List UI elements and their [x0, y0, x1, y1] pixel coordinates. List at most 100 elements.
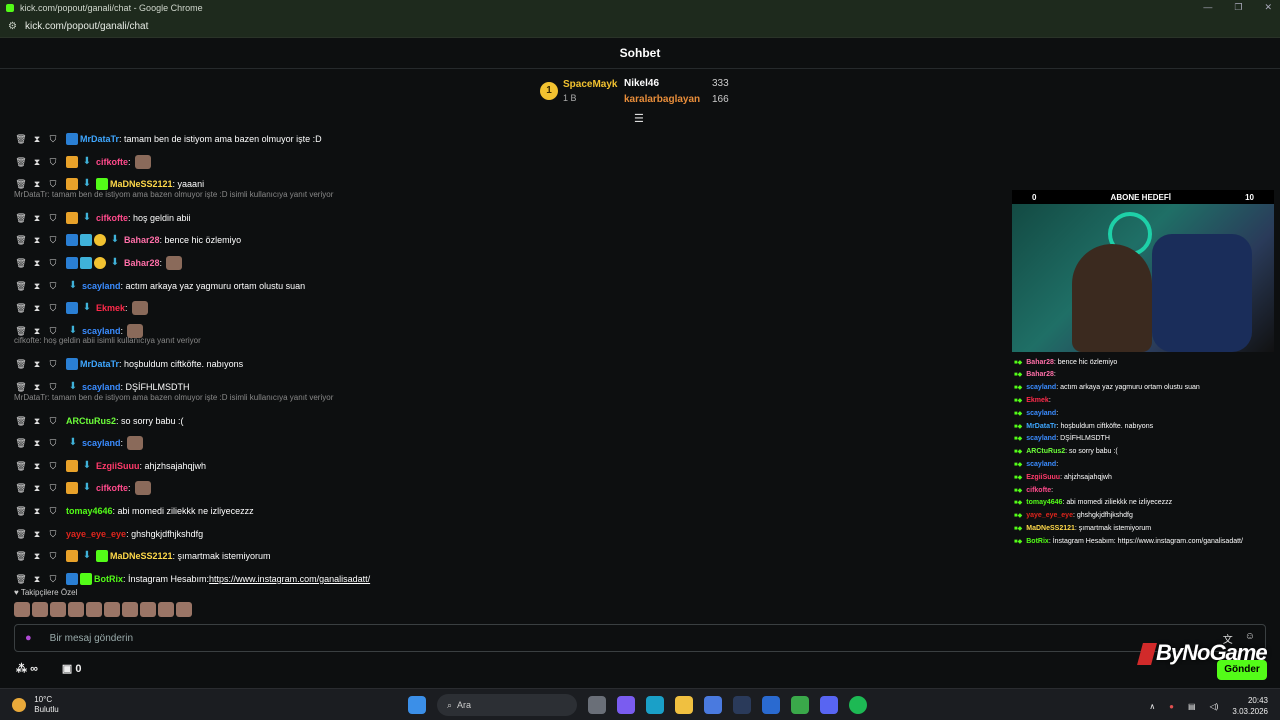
- delete-icon[interactable]: 🗑: [14, 551, 28, 562]
- mic-icon[interactable]: ●: [25, 632, 32, 644]
- ban-icon[interactable]: ⛉: [46, 529, 60, 540]
- address-bar[interactable]: ⚙ kick.com/popout/ganali/chat: [0, 16, 1280, 38]
- ban-icon[interactable]: ⛉: [46, 438, 60, 449]
- chat-username[interactable]: cifkofte: [96, 483, 128, 493]
- emote-icon[interactable]: [122, 602, 138, 617]
- leader-first-name[interactable]: SpaceMayk: [563, 79, 617, 90]
- instagram-link[interactable]: https://www.instagram.com/ganalisadatt/: [209, 574, 370, 584]
- chat-username[interactable]: EzgiiSuuu: [96, 461, 140, 471]
- timeout-icon[interactable]: ⧗: [30, 551, 44, 562]
- chat-username[interactable]: scayland: [82, 438, 121, 448]
- discord-icon[interactable]: [820, 696, 838, 714]
- delete-icon[interactable]: 🗑: [14, 281, 28, 292]
- timeout-icon[interactable]: ⧗: [30, 359, 44, 370]
- emote-icon[interactable]: [32, 602, 48, 617]
- delete-icon[interactable]: 🗑: [14, 506, 28, 517]
- timeout-icon[interactable]: ⧗: [30, 303, 44, 314]
- timeout-icon[interactable]: ⧗: [30, 438, 44, 449]
- ban-icon[interactable]: ⛉: [46, 326, 60, 337]
- emote-icon[interactable]: [104, 602, 120, 617]
- ban-icon[interactable]: ⛉: [46, 483, 60, 494]
- chrome-icon[interactable]: [791, 696, 809, 714]
- chat-username[interactable]: scayland: [82, 382, 121, 392]
- weather-widget[interactable]: 10°C Bulutlu: [12, 695, 59, 715]
- edge-icon[interactable]: [646, 696, 664, 714]
- chat-username[interactable]: cifkofte: [96, 213, 128, 223]
- ban-icon[interactable]: ⛉: [46, 416, 60, 427]
- delete-icon[interactable]: 🗑: [14, 258, 28, 269]
- send-button[interactable]: Gönder: [1217, 660, 1267, 680]
- store-icon[interactable]: [704, 696, 722, 714]
- timeout-icon[interactable]: ⧗: [30, 213, 44, 224]
- timeout-icon[interactable]: ⧗: [30, 574, 44, 585]
- ban-icon[interactable]: ⛉: [46, 134, 60, 145]
- timeout-icon[interactable]: ⧗: [30, 281, 44, 292]
- timeout-icon[interactable]: ⧗: [30, 134, 44, 145]
- delete-icon[interactable]: 🗑: [14, 574, 28, 585]
- timeout-icon[interactable]: ⧗: [30, 416, 44, 427]
- timeout-icon[interactable]: ⧗: [30, 258, 44, 269]
- delete-icon[interactable]: 🗑: [14, 359, 28, 370]
- delete-icon[interactable]: 🗑: [14, 326, 28, 337]
- emote-icon[interactable]: [14, 602, 30, 617]
- delete-icon[interactable]: 🗑: [14, 438, 28, 449]
- start-icon[interactable]: [408, 696, 426, 714]
- delete-icon[interactable]: 🗑: [14, 529, 28, 540]
- chevron-up-icon[interactable]: ∧: [1149, 702, 1155, 711]
- chat-username[interactable]: scayland: [82, 281, 121, 291]
- delete-icon[interactable]: 🗑: [14, 303, 28, 314]
- timeout-icon[interactable]: ⧗: [30, 235, 44, 246]
- taskbar-search[interactable]: ⌕ Ara: [437, 694, 577, 716]
- delete-icon[interactable]: 🗑: [14, 461, 28, 472]
- timeout-icon[interactable]: ⧗: [30, 382, 44, 393]
- delete-icon[interactable]: 🗑: [14, 382, 28, 393]
- delete-icon[interactable]: 🗑: [14, 157, 28, 168]
- delete-icon[interactable]: 🗑: [14, 134, 28, 145]
- emote-icon[interactable]: [158, 602, 174, 617]
- gift-counter[interactable]: ▣ 0: [62, 662, 82, 675]
- chat-username[interactable]: ARCtuRus2: [66, 416, 116, 426]
- chat-username[interactable]: MrDataTr: [80, 359, 119, 369]
- ban-icon[interactable]: ⛉: [46, 213, 60, 224]
- mail-icon[interactable]: [762, 696, 780, 714]
- ban-icon[interactable]: ⛉: [46, 359, 60, 370]
- chat-username[interactable]: Bahar28: [124, 258, 160, 268]
- chat-username[interactable]: scayland: [82, 326, 121, 336]
- chat-username[interactable]: yaye_eye_eye: [66, 529, 126, 539]
- ban-icon[interactable]: ⛉: [46, 461, 60, 472]
- site-info-icon[interactable]: ⚙: [8, 21, 17, 32]
- timeout-icon[interactable]: ⧗: [30, 326, 44, 337]
- ban-icon[interactable]: ⛉: [46, 382, 60, 393]
- chat-username[interactable]: BotRix: [94, 574, 123, 584]
- copilot-icon[interactable]: [617, 696, 635, 714]
- timeout-icon[interactable]: ⧗: [30, 506, 44, 517]
- spotify-icon[interactable]: [849, 696, 867, 714]
- steam-icon[interactable]: [733, 696, 751, 714]
- task-view-icon[interactable]: [588, 696, 606, 714]
- emote-icon[interactable]: [140, 602, 156, 617]
- chat-username[interactable]: MaDNeSS2121: [110, 551, 173, 561]
- close-icon[interactable]: ✕: [1264, 2, 1272, 13]
- delete-icon[interactable]: 🗑: [14, 483, 28, 494]
- ban-icon[interactable]: ⛉: [46, 506, 60, 517]
- chat-username[interactable]: MrDataTr: [80, 134, 119, 144]
- clock[interactable]: 20:43 3.03.2026: [1232, 695, 1268, 717]
- ban-icon[interactable]: ⛉: [46, 303, 60, 314]
- chat-username[interactable]: tomay4646: [66, 506, 113, 516]
- pinned-toggle-icon[interactable]: ☰: [634, 112, 644, 125]
- ban-icon[interactable]: ⛉: [46, 258, 60, 269]
- emote-icon[interactable]: [50, 602, 66, 617]
- timeout-icon[interactable]: ⧗: [30, 179, 44, 190]
- timeout-icon[interactable]: ⧗: [30, 483, 44, 494]
- delete-icon[interactable]: 🗑: [14, 416, 28, 427]
- network-icon[interactable]: ▤: [1188, 702, 1196, 711]
- points-indicator[interactable]: ⁂ ∞: [16, 662, 38, 675]
- emote-icon[interactable]: [68, 602, 84, 617]
- timeout-icon[interactable]: ⧗: [30, 461, 44, 472]
- ban-icon[interactable]: ⛉: [46, 551, 60, 562]
- leader-second-name[interactable]: Nikel46: [624, 78, 659, 89]
- delete-icon[interactable]: 🗑: [14, 235, 28, 246]
- chat-username[interactable]: cifkofte: [96, 157, 128, 167]
- timeout-icon[interactable]: ⧗: [30, 529, 44, 540]
- emote-icon[interactable]: [86, 602, 102, 617]
